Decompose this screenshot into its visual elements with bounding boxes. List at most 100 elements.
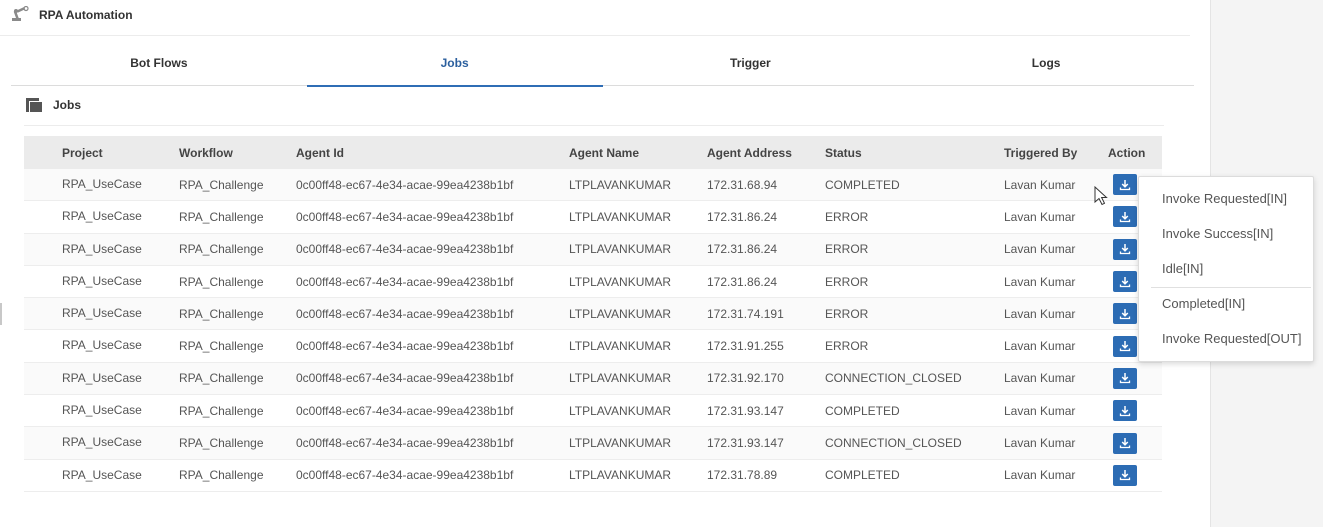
- edge-divider: [0, 303, 2, 325]
- header-agent-address[interactable]: Agent Address: [707, 146, 792, 160]
- cell-agent-address: 172.31.86.24: [707, 274, 778, 289]
- cell-status: ERROR: [825, 209, 869, 224]
- cell-agent-id: 0c00ff48-ec67-4e34-acae-99ea4238b1bf: [296, 468, 514, 483]
- download-button[interactable]: [1113, 271, 1137, 293]
- cell-triggered-by: Lavan Kumar: [1004, 403, 1076, 418]
- download-icon: [1119, 405, 1131, 416]
- cell-status: ERROR: [825, 339, 869, 354]
- cell-project: RPA_UseCase: [62, 306, 142, 321]
- main-content: RPA Automation Bot Flows Jobs Trigger Lo…: [0, 0, 1210, 527]
- cell-agent-name: LTPLAVANKUMAR: [569, 436, 672, 451]
- table-row: RPA_UseCase RPA_Challenge 0c00ff48-ec67-4e…: [24, 460, 1162, 492]
- cell-triggered-by: Lavan Kumar: [1004, 306, 1076, 321]
- download-button[interactable]: [1113, 303, 1137, 325]
- download-button[interactable]: [1113, 238, 1137, 260]
- tab-logs[interactable]: Logs: [898, 42, 1194, 86]
- tab-jobs[interactable]: Jobs: [306, 42, 603, 87]
- jobs-section-header: Jobs: [24, 96, 1164, 126]
- menu-item-invoke-requested-out[interactable]: Invoke Requested[OUT]: [1162, 331, 1301, 346]
- cell-triggered-by: Lavan Kumar: [1004, 339, 1076, 354]
- cell-agent-id: 0c00ff48-ec67-4e34-acae-99ea4238b1bf: [296, 403, 514, 418]
- table-row: RPA_UseCase RPA_Challenge 0c00ff48-ec67-4e…: [24, 298, 1162, 331]
- cell-triggered-by: Lavan Kumar: [1004, 371, 1076, 386]
- table-row: RPA_UseCase RPA_Challenge 0c00ff48-ec67-4e…: [24, 330, 1162, 363]
- cell-agent-address: 172.31.78.89: [707, 468, 778, 483]
- cell-agent-name: LTPLAVANKUMAR: [569, 177, 672, 192]
- download-button[interactable]: [1113, 174, 1137, 196]
- cell-project: RPA_UseCase: [62, 370, 142, 385]
- table-row: RPA_UseCase RPA_Challenge 0c00ff48-ec67-4e…: [24, 233, 1162, 266]
- cell-agent-name: LTPLAVANKUMAR: [569, 468, 672, 483]
- cell-project: RPA_UseCase: [62, 241, 142, 256]
- header-status[interactable]: Status: [825, 146, 862, 160]
- cell-agent-id: 0c00ff48-ec67-4e34-acae-99ea4238b1bf: [296, 436, 514, 451]
- table-header: Project Workflow Agent Id Agent Name Age…: [24, 136, 1162, 169]
- app-header: RPA Automation: [0, 0, 1190, 36]
- cell-workflow: RPA_Challenge: [179, 403, 264, 418]
- menu-item-completed-in[interactable]: Completed[IN]: [1162, 296, 1245, 311]
- download-button[interactable]: [1113, 400, 1137, 422]
- cell-agent-id: 0c00ff48-ec67-4e34-acae-99ea4238b1bf: [296, 209, 514, 224]
- cell-status: ERROR: [825, 306, 869, 321]
- download-icon: [1119, 470, 1131, 481]
- cell-project: RPA_UseCase: [62, 403, 142, 418]
- cell-triggered-by: Lavan Kumar: [1004, 209, 1076, 224]
- section-title: Jobs: [53, 98, 82, 112]
- download-button[interactable]: [1113, 206, 1137, 228]
- tab-trigger[interactable]: Trigger: [603, 42, 899, 86]
- cell-workflow: RPA_Challenge: [179, 339, 264, 354]
- cell-agent-name: LTPLAVANKUMAR: [569, 242, 672, 257]
- cell-workflow: RPA_Challenge: [179, 209, 264, 224]
- download-icon: [1119, 276, 1131, 287]
- cell-workflow: RPA_Challenge: [179, 436, 264, 451]
- cell-agent-address: 172.31.68.94: [707, 177, 778, 192]
- cell-workflow: RPA_Challenge: [179, 371, 264, 386]
- cell-workflow: RPA_Challenge: [179, 274, 264, 289]
- menu-item-invoke-success-in[interactable]: Invoke Success[IN]: [1162, 226, 1273, 241]
- menu-item-invoke-requested-in[interactable]: Invoke Requested[IN]: [1162, 191, 1287, 206]
- cell-agent-address: 172.31.91.255: [707, 339, 784, 354]
- cell-agent-id: 0c00ff48-ec67-4e34-acae-99ea4238b1bf: [296, 371, 514, 386]
- cell-agent-name: LTPLAVANKUMAR: [569, 306, 672, 321]
- cell-agent-name: LTPLAVANKUMAR: [569, 274, 672, 289]
- cell-agent-address: 172.31.93.147: [707, 436, 784, 451]
- cell-workflow: RPA_Challenge: [179, 177, 264, 192]
- cell-agent-id: 0c00ff48-ec67-4e34-acae-99ea4238b1bf: [296, 177, 514, 192]
- cell-agent-address: 172.31.93.147: [707, 403, 784, 418]
- download-icon: [1119, 308, 1131, 319]
- download-icon: [1119, 244, 1131, 255]
- download-icon: [1119, 341, 1131, 352]
- robot-arm-icon: [10, 5, 30, 22]
- table-body: RPA_UseCase RPA_Challenge 0c00ff48-ec67-4e…: [24, 169, 1162, 492]
- cell-status: ERROR: [825, 242, 869, 257]
- header-action: Action: [1108, 145, 1146, 160]
- cell-status: COMPLETED: [825, 468, 900, 483]
- cell-agent-id: 0c00ff48-ec67-4e34-acae-99ea4238b1bf: [296, 274, 514, 289]
- header-project[interactable]: Project: [62, 146, 103, 160]
- download-icon: [1119, 373, 1131, 384]
- download-button[interactable]: [1113, 432, 1137, 454]
- download-button[interactable]: [1113, 335, 1137, 357]
- table-row: RPA_UseCase RPA_Challenge 0c00ff48-ec67-4e…: [24, 395, 1162, 428]
- table-row: RPA_UseCase RPA_Challenge 0c00ff48-ec67-4e…: [24, 266, 1162, 299]
- table-row: RPA_UseCase RPA_Challenge 0c00ff48-ec67-4e…: [24, 427, 1162, 460]
- header-agent-name[interactable]: Agent Name: [569, 146, 639, 160]
- cell-project: RPA_UseCase: [62, 338, 142, 353]
- download-button[interactable]: [1113, 464, 1137, 486]
- menu-item-idle-in[interactable]: Idle[IN]: [1162, 261, 1203, 276]
- cell-project: RPA_UseCase: [62, 209, 142, 224]
- download-button[interactable]: [1113, 367, 1137, 389]
- cell-project: RPA_UseCase: [62, 435, 142, 450]
- cell-status: CONNECTION_CLOSED: [825, 436, 962, 451]
- header-agent-id[interactable]: Agent Id: [296, 146, 344, 160]
- table-row: RPA_UseCase RPA_Challenge 0c00ff48-ec67-4e…: [24, 169, 1162, 202]
- header-triggered-by[interactable]: Triggered By: [1004, 146, 1077, 160]
- cell-workflow: RPA_Challenge: [179, 468, 264, 483]
- header-workflow[interactable]: Workflow: [179, 146, 233, 160]
- app-title: RPA Automation: [39, 8, 133, 22]
- cell-triggered-by: Lavan Kumar: [1004, 274, 1076, 289]
- cell-project: RPA_UseCase: [62, 273, 142, 288]
- tab-bot-flows[interactable]: Bot Flows: [11, 42, 307, 86]
- cell-project: RPA_UseCase: [62, 467, 142, 482]
- cell-triggered-by: Lavan Kumar: [1004, 177, 1076, 192]
